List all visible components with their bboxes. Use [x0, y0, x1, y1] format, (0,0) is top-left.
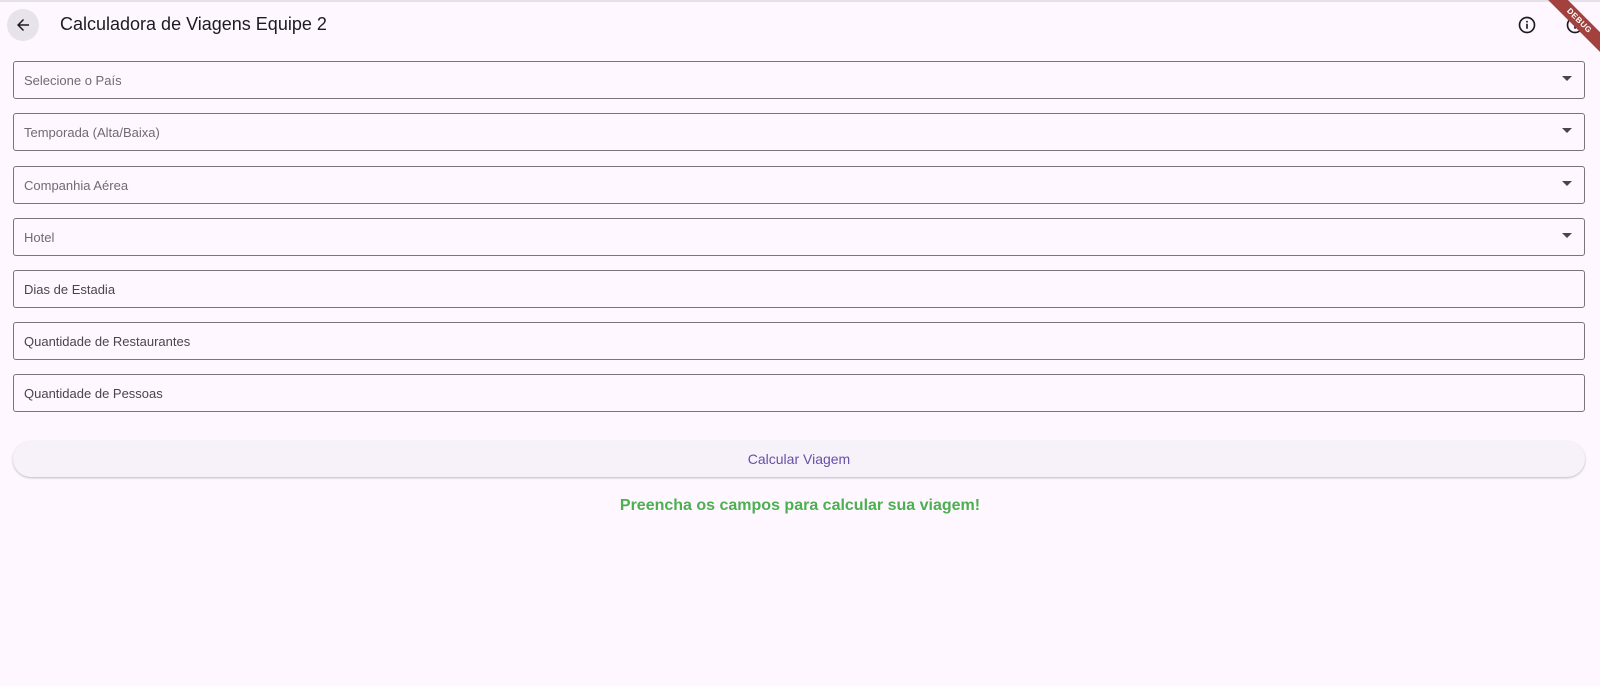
calculate-button-label: Calcular Viagem: [747, 451, 851, 467]
days-input[interactable]: Dias de Estadia: [13, 270, 1585, 308]
app-bar: Calculadora de Viagens Equipe 2: [0, 2, 1600, 48]
info-icon: [1518, 16, 1536, 34]
country-dropdown[interactable]: Selecione o País: [13, 61, 1585, 99]
dropdown-arrow-icon: [1562, 233, 1572, 238]
restaurants-input-label: Quantidade de Restaurantes: [24, 333, 191, 349]
restaurants-input[interactable]: Quantidade de Restaurantes: [13, 322, 1585, 360]
info-button[interactable]: [1513, 11, 1541, 39]
page-title: Calculadora de Viagens Equipe 2: [60, 14, 327, 34]
dropdown-arrow-icon: [1562, 76, 1572, 81]
season-dropdown[interactable]: Temporada (Alta/Baixa): [13, 113, 1585, 151]
dropdown-arrow-icon: [1562, 128, 1572, 133]
hotel-dropdown[interactable]: Hotel: [13, 218, 1585, 256]
airline-dropdown-label: Companhia Aérea: [24, 177, 129, 193]
dropdown-arrow-icon: [1562, 181, 1572, 186]
days-input-label: Dias de Estadia: [24, 281, 116, 297]
people-input[interactable]: Quantidade de Pessoas: [13, 374, 1585, 412]
hotel-dropdown-label: Hotel: [24, 229, 55, 245]
country-dropdown-label: Selecione o País: [24, 72, 122, 88]
people-input-label: Quantidade de Pessoas: [24, 385, 163, 401]
status-message: Preencha os campos para calcular sua via…: [619, 497, 981, 514]
season-dropdown-label: Temporada (Alta/Baixa): [24, 124, 160, 140]
arrow-back-icon: [17, 19, 29, 31]
back-button[interactable]: [7, 9, 39, 41]
airline-dropdown[interactable]: Companhia Aérea: [13, 166, 1585, 204]
calculate-button[interactable]: Calcular Viagem: [13, 441, 1585, 477]
